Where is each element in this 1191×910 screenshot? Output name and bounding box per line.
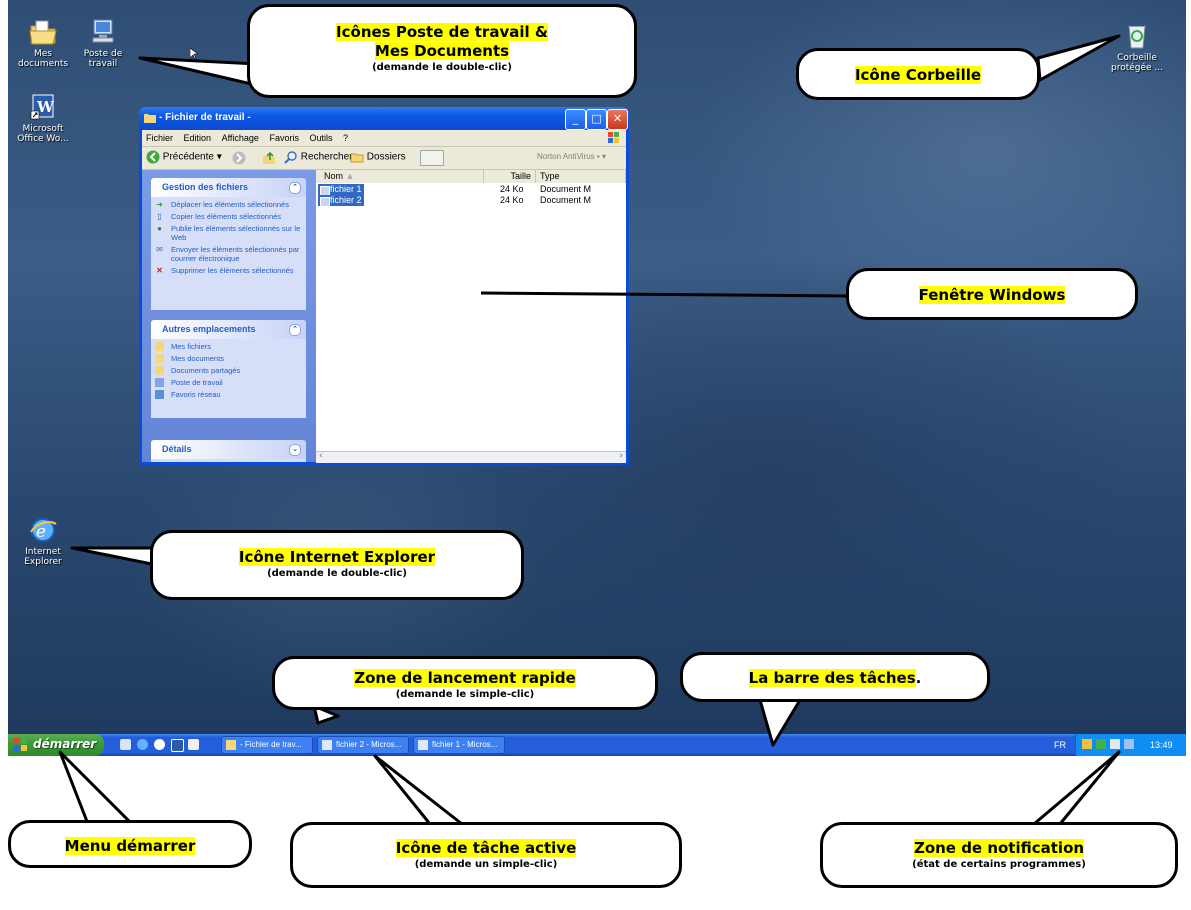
callout-window-title: Fenêtre Windows [918,286,1066,304]
callout-ie: Icône Internet Explorer (demande le doub… [150,530,524,600]
callout-icons-title1: Icônes Poste de travail & [336,23,548,41]
callout-start-title: Menu démarrer [64,837,196,855]
callout-notif-title: Zone de notification [913,839,1085,857]
callout-icons-sub: (demande le double-clic) [372,62,512,73]
callout-quicklaunch-sub: (demande le simple-clic) [395,689,535,700]
callout-active-task-title: Icône de tâche active [395,839,577,857]
callout-start: Menu démarrer [8,820,252,868]
callout-notif-sub: (état de certains programmes) [912,859,1086,870]
callout-notif: Zone de notification (état de certains p… [820,822,1178,888]
callout-ie-title: Icône Internet Explorer [238,548,436,566]
callout-taskbar: La barre des tâches. [680,652,990,702]
callout-ie-sub: (demande le double-clic) [267,568,407,579]
callout-taskbar-title: La barre des tâches [748,669,916,687]
callout-pointers [58,34,1121,826]
callout-recycle-title: Icône Corbeille [854,66,982,84]
callout-active-task: Icône de tâche active (demande un simple… [290,822,682,888]
callout-window: Fenêtre Windows [846,268,1138,320]
callout-icons: Icônes Poste de travail & Mes Documents … [247,4,637,98]
callout-taskbar-dot: . [915,669,922,687]
callout-active-task-sub: (demande un simple-clic) [414,859,558,870]
callout-quicklaunch: Zone de lancement rapide (demande le sim… [272,656,658,710]
callout-icons-title2: Mes Documents [374,42,510,60]
callout-recycle: Icône Corbeille [796,48,1040,100]
callout-quicklaunch-title: Zone de lancement rapide [354,669,576,687]
